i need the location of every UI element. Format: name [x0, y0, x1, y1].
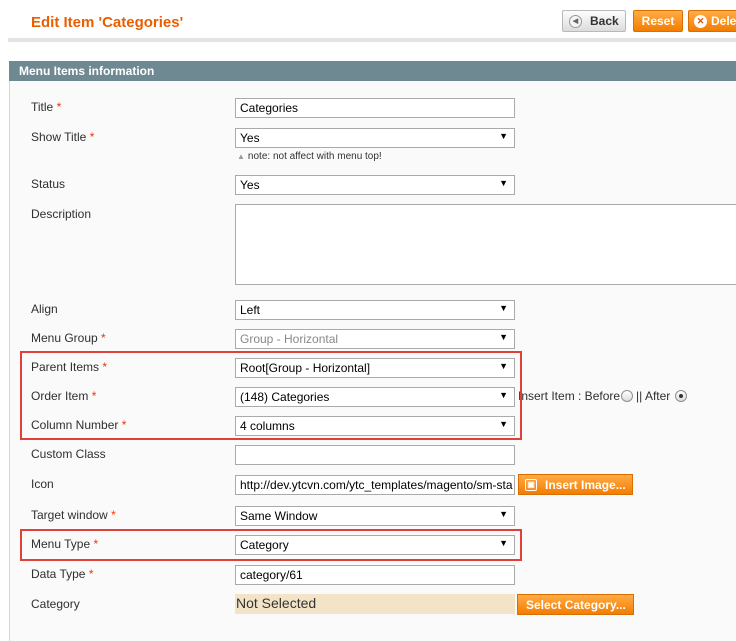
- chevron-down-icon: ▼: [499, 303, 508, 313]
- back-label: Back: [590, 14, 619, 28]
- insert-before-radio[interactable]: [621, 390, 634, 402]
- delete-button[interactable]: ✕ Dele: [688, 10, 736, 32]
- menu-group-select: Group - Horizontal ▼: [235, 329, 515, 349]
- image-icon: ▣: [525, 478, 537, 491]
- align-select[interactable]: Left ▼: [235, 300, 515, 320]
- highlight-box-parent-order-column: [20, 351, 522, 440]
- note-triangle-icon: ▲: [237, 152, 245, 161]
- chevron-down-icon: ▼: [499, 332, 508, 342]
- delete-icon: ✕: [694, 14, 707, 28]
- status-select[interactable]: Yes ▼: [235, 175, 515, 195]
- data-type-input[interactable]: category/61: [235, 565, 515, 585]
- category-label: Category: [31, 597, 80, 611]
- chevron-down-icon: ▼: [499, 509, 508, 519]
- highlight-box-menu-type: [20, 529, 522, 561]
- insert-after-radio[interactable]: [675, 390, 688, 402]
- custom-class-label: Custom Class: [31, 447, 106, 461]
- target-window-label: Target window *: [31, 508, 116, 522]
- reset-button[interactable]: Reset: [633, 10, 683, 32]
- show-title-note: ▲ note: not affect with menu top!: [237, 151, 382, 162]
- section-header: Menu Items information: [9, 61, 736, 81]
- menu-group-label: Menu Group *: [31, 331, 106, 345]
- insert-image-button[interactable]: ▣ Insert Image...: [518, 474, 633, 495]
- chevron-down-icon: ▼: [499, 178, 508, 188]
- header-divider: [8, 38, 736, 42]
- description-textarea[interactable]: [235, 204, 736, 285]
- insert-position: Insert Item : Before || After: [518, 389, 690, 403]
- status-label: Status: [31, 177, 66, 191]
- description-label: Description: [31, 207, 92, 221]
- title-label: Title *: [31, 100, 62, 114]
- icon-label: Icon: [31, 477, 54, 491]
- page-title: Edit Item 'Categories': [31, 14, 184, 31]
- custom-class-input[interactable]: [235, 445, 515, 465]
- insert-separator: || After: [636, 389, 671, 403]
- show-title-label: Show Title *: [31, 130, 95, 144]
- chevron-down-icon: ▼: [499, 131, 508, 141]
- select-category-button[interactable]: Select Category...: [517, 594, 634, 615]
- title-input[interactable]: Categories: [235, 98, 515, 118]
- back-button[interactable]: ◀ Back: [562, 10, 626, 32]
- insert-position-label: Insert Item : Before: [518, 389, 621, 403]
- show-title-select[interactable]: Yes ▼: [235, 128, 515, 148]
- data-type-label: Data Type *: [31, 567, 94, 581]
- icon-input[interactable]: http://dev.ytcvn.com/ytc_templates/magen…: [235, 475, 515, 495]
- category-value: Not Selected: [235, 594, 515, 614]
- back-arrow-icon: ◀: [569, 14, 582, 28]
- align-label: Align: [31, 302, 58, 316]
- delete-label: Dele: [711, 14, 736, 28]
- target-window-select[interactable]: Same Window ▼: [235, 506, 515, 526]
